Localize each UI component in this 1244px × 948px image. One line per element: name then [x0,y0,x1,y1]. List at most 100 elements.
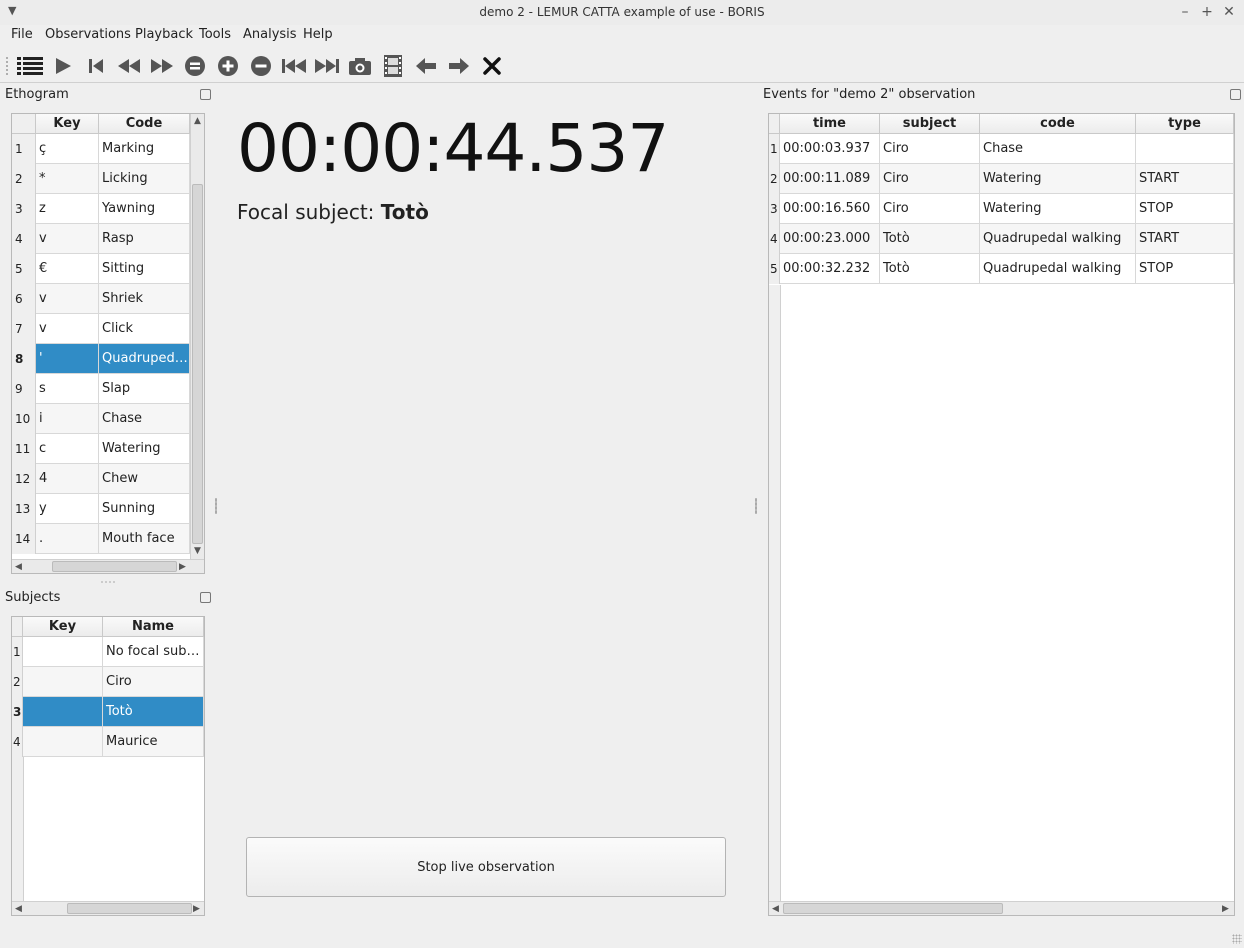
scroll-left-icon[interactable]: ◀ [772,904,779,914]
subject-key-cell[interactable] [23,697,103,727]
ethogram-code-cell[interactable]: Slap [99,374,190,404]
list-icon[interactable] [16,52,44,80]
menu-playback[interactable]: Playback [135,27,193,42]
ethogram-key-cell[interactable]: 4 [36,464,99,494]
row-header[interactable]: 8 [12,344,36,374]
event-type-cell[interactable]: STOP [1136,194,1234,224]
row-header[interactable]: 6 [12,284,36,314]
event-subject-cell[interactable]: Totò [880,224,980,254]
snapshot-icon[interactable] [346,52,374,80]
event-subject-cell[interactable]: Ciro [880,194,980,224]
ethogram-code-cell[interactable]: Marking [99,134,190,164]
menu-analysis[interactable]: Analysis [243,27,297,42]
column-header-subject[interactable]: subject [880,114,980,134]
equal-speed-icon[interactable] [181,52,209,80]
fast-forward-icon[interactable] [148,52,176,80]
scroll-right-icon[interactable]: ▶ [193,904,200,914]
jump-backward-icon[interactable] [412,52,440,80]
row-header[interactable]: 10 [12,404,36,434]
subject-key-cell[interactable] [23,667,103,697]
scroll-down-icon[interactable]: ▼ [194,546,201,556]
rewind-icon[interactable] [115,52,143,80]
subject-name-cell[interactable]: Maurice [103,727,204,757]
ethogram-vertical-scrollbar[interactable]: ▲ ▼ [190,114,204,559]
row-header[interactable]: 13 [12,494,36,524]
ethogram-key-cell[interactable]: v [36,284,99,314]
maximize-icon[interactable]: + [1198,3,1216,21]
play-icon[interactable] [49,52,77,80]
ethogram-key-cell[interactable]: i [36,404,99,434]
stop-live-observation-button[interactable]: Stop live observation [246,837,726,897]
ethogram-code-cell[interactable]: Mouth face [99,524,190,554]
ethogram-key-cell[interactable]: ç [36,134,99,164]
row-header[interactable]: 7 [12,314,36,344]
ethogram-key-cell[interactable]: c [36,434,99,464]
row-header[interactable]: 3 [769,194,780,224]
toolbar-grip[interactable] [5,56,9,76]
event-time-cell[interactable]: 00:00:16.560 [780,194,880,224]
event-subject-cell[interactable]: Ciro [880,134,980,164]
panel-splitter[interactable] [100,581,116,583]
menu-observations[interactable]: Observations [45,27,131,42]
row-header[interactable]: 1 [12,134,36,164]
ethogram-horizontal-scrollbar[interactable]: ◀ ▶ [12,559,204,573]
scrollbar-thumb[interactable] [67,903,192,914]
event-type-cell[interactable]: START [1136,164,1234,194]
ethogram-table[interactable]: Key Code 1 ç Marking 2 * Licking 3 z Yawning 4 v Ra… [11,113,205,574]
subject-key-cell[interactable] [23,637,103,667]
subjects-table[interactable]: Key Name 1 No focal subject 2 Ciro 3 Totò 4 Mau… [11,616,205,916]
row-header[interactable]: 4 [769,224,780,254]
event-subject-cell[interactable]: Ciro [880,164,980,194]
minimize-icon[interactable]: – [1176,3,1194,21]
event-code-cell[interactable]: Quadrupedal walking [980,224,1136,254]
row-header[interactable]: 4 [12,727,23,757]
resize-grip[interactable] [1232,934,1242,944]
menu-tools[interactable]: Tools [199,27,231,42]
skip-start-icon[interactable] [82,52,110,80]
events-table[interactable]: time subject code type 1 00:00:03.937 Ciro… [768,113,1235,916]
close-observation-icon[interactable] [478,52,506,80]
next-media-icon[interactable] [313,52,341,80]
subjects-horizontal-scrollbar[interactable]: ◀ ▶ [12,901,204,915]
column-header-key[interactable]: Key [36,114,99,134]
scroll-up-icon[interactable]: ▲ [194,116,201,126]
ethogram-key-cell[interactable]: ' [36,344,99,374]
undock-ethogram-icon[interactable] [200,89,211,100]
row-header[interactable]: 5 [769,254,780,284]
ethogram-code-cell[interactable]: Chew [99,464,190,494]
ethogram-key-cell[interactable]: € [36,254,99,284]
ethogram-key-cell[interactable]: z [36,194,99,224]
jump-forward-icon[interactable] [445,52,473,80]
menu-file[interactable]: File [11,27,33,42]
ethogram-key-cell[interactable]: * [36,164,99,194]
ethogram-code-cell[interactable]: Sunning [99,494,190,524]
frame-by-frame-icon[interactable] [379,52,407,80]
scroll-left-icon[interactable]: ◀ [15,562,22,572]
ethogram-code-cell[interactable]: Watering [99,434,190,464]
row-header[interactable]: 12 [12,464,36,494]
column-header-code[interactable]: code [980,114,1136,134]
ethogram-key-cell[interactable]: y [36,494,99,524]
subject-name-cell[interactable]: Ciro [103,667,204,697]
ethogram-code-cell[interactable]: Yawning [99,194,190,224]
row-header[interactable]: 11 [12,434,36,464]
previous-media-icon[interactable] [280,52,308,80]
right-splitter[interactable] [755,498,757,514]
row-header[interactable]: 4 [12,224,36,254]
ethogram-key-cell[interactable]: v [36,314,99,344]
ethogram-code-cell[interactable]: Rasp [99,224,190,254]
ethogram-key-cell[interactable]: . [36,524,99,554]
subject-name-cell[interactable]: Totò [103,697,204,727]
scroll-right-icon[interactable]: ▶ [1222,904,1229,914]
ethogram-code-cell[interactable]: Quadrupedal walking [99,344,190,374]
event-code-cell[interactable]: Chase [980,134,1136,164]
event-type-cell[interactable]: STOP [1136,254,1234,284]
column-header-name[interactable]: Name [103,617,204,637]
row-header[interactable]: 5 [12,254,36,284]
menu-help[interactable]: Help [303,27,333,42]
row-header[interactable]: 3 [12,194,36,224]
column-header-type[interactable]: type [1136,114,1234,134]
event-time-cell[interactable]: 00:00:32.232 [780,254,880,284]
column-header-time[interactable]: time [780,114,880,134]
row-header[interactable]: 9 [12,374,36,404]
